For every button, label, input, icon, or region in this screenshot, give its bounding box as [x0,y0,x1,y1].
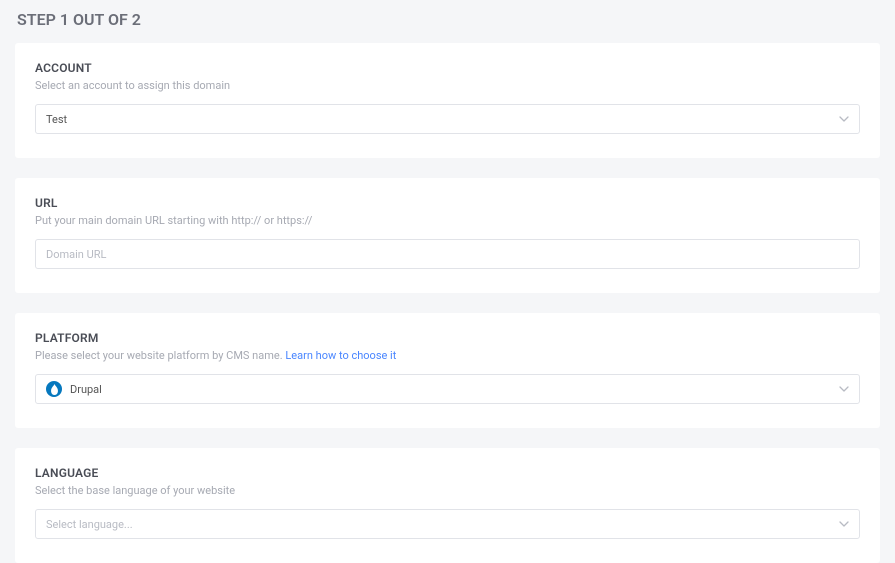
chevron-down-icon [839,116,849,122]
url-input[interactable] [35,239,860,269]
language-card: LANGUAGE Select the base language of you… [15,448,880,563]
platform-card: PLATFORM Please select your website plat… [15,313,880,428]
language-select-placeholder: Select language... [46,518,133,531]
url-card: URL Put your main domain URL starting wi… [15,178,880,293]
platform-subtitle: Please select your website platform by C… [35,349,860,362]
url-title: URL [35,196,860,210]
account-select[interactable]: Test [35,104,860,134]
url-subtitle: Put your main domain URL starting with h… [35,214,860,227]
drupal-icon [46,381,62,397]
language-title: LANGUAGE [35,466,860,480]
platform-select[interactable]: Drupal [35,374,860,404]
language-subtitle: Select the base language of your website [35,484,860,497]
platform-title: PLATFORM [35,331,860,345]
account-subtitle: Select an account to assign this domain [35,79,860,92]
account-card: ACCOUNT Select an account to assign this… [15,43,880,158]
language-select[interactable]: Select language... [35,509,860,539]
platform-learn-link[interactable]: Learn how to choose it [285,349,396,362]
chevron-down-icon [839,386,849,392]
page-title: STEP 1 OUT OF 2 [15,10,880,29]
platform-select-value: Drupal [70,383,102,396]
account-select-value: Test [46,113,67,126]
account-title: ACCOUNT [35,61,860,75]
platform-subtitle-text: Please select your website platform by C… [35,349,285,362]
